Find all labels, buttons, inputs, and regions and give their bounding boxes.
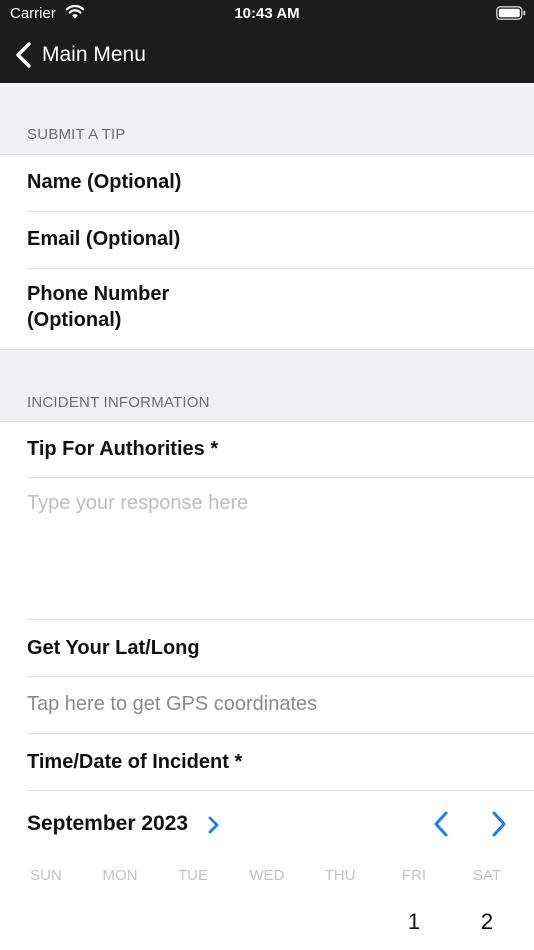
tip-textarea-placeholder: Type your response here (27, 492, 249, 514)
gps-coordinates-label: Tap here to get GPS coordinates (27, 693, 318, 715)
phone-field-row[interactable]: Phone Number (Optional) (0, 269, 534, 349)
chevron-right-icon[interactable] (206, 815, 220, 840)
weekday-fri: FRI (401, 867, 427, 884)
weekday-mon: MON (102, 867, 138, 884)
gps-coordinates-button[interactable]: Tap here to get GPS coordinates (0, 677, 534, 733)
next-month-button[interactable] (488, 809, 510, 844)
chevron-right-icon (492, 811, 506, 837)
tip-for-authorities-row: Tip For Authorities * (0, 422, 534, 478)
calendar-day[interactable]: 2 (462, 909, 512, 935)
section-header-submit-tip: SUBMIT A TIP (27, 126, 126, 143)
tip-textarea[interactable]: Type your response here (0, 478, 534, 619)
weekday-sat: SAT (472, 867, 502, 884)
divider (0, 349, 534, 350)
name-field-row[interactable]: Name (Optional) (0, 155, 534, 211)
weekday-wed: WED (249, 867, 285, 884)
date-picker-calendar: September 2023 SUN MON TUE WED THU FRI S… (0, 791, 534, 950)
latlong-row: Get Your Lat/Long (0, 620, 534, 676)
datetime-label: Time/Date of Incident * (27, 751, 243, 773)
calendar-month-label[interactable]: September 2023 (27, 812, 188, 836)
email-field-label: Email (Optional) (27, 228, 181, 250)
battery-icon (496, 6, 526, 25)
section-header-incident-info: INCIDENT INFORMATION (27, 394, 210, 411)
weekday-thu: THU (324, 867, 356, 884)
weekday-sun: SUN (30, 867, 62, 884)
back-label: Main Menu (42, 43, 146, 66)
latlong-label: Get Your Lat/Long (27, 637, 200, 659)
datetime-row: Time/Date of Incident * (0, 734, 534, 790)
form-content: SUBMIT A TIP Name (Optional) Email (Opti… (0, 83, 534, 950)
email-field-row[interactable]: Email (Optional) (0, 212, 534, 268)
navigation-bar: Main Menu (0, 28, 534, 83)
status-bar: Carrier 10:43 AM (0, 0, 534, 28)
calendar-day[interactable]: 1 (389, 909, 439, 935)
tip-for-authorities-label: Tip For Authorities * (27, 438, 219, 460)
status-time: 10:43 AM (234, 5, 300, 22)
chevron-left-icon (14, 41, 34, 69)
name-field-label: Name (Optional) (27, 171, 182, 193)
weekday-tue: TUE (178, 867, 208, 884)
back-button[interactable]: Main Menu (14, 39, 146, 71)
previous-month-button[interactable] (430, 809, 452, 844)
chevron-left-icon (434, 811, 448, 837)
phone-field-label-line2: (Optional) (27, 309, 122, 331)
phone-field-label-line1: Phone Number (27, 283, 170, 305)
